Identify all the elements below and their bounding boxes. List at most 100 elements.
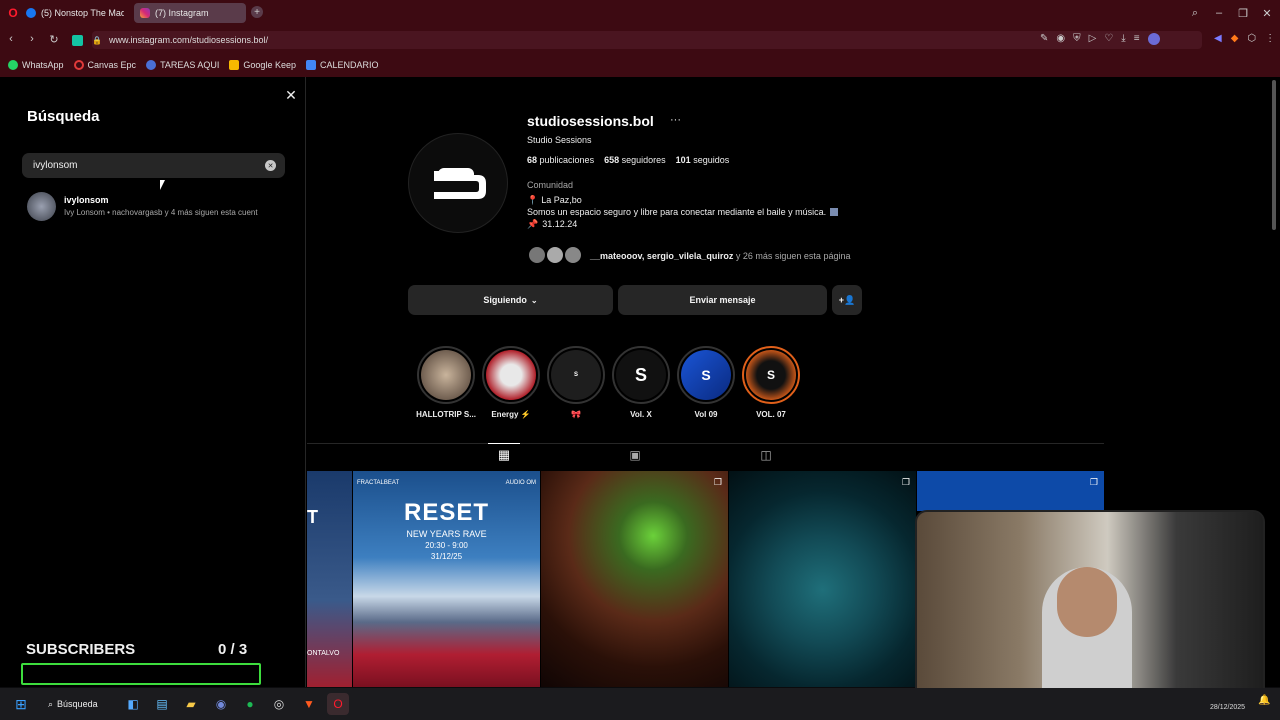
bio-text: Somos un espacio seguro y libre para con… — [527, 207, 839, 217]
active-tab-indicator — [488, 443, 520, 444]
calendar-icon — [305, 60, 316, 70]
notification-icon[interactable]: 🔔 — [1258, 695, 1270, 706]
toolbar-actions: ✎ ◉ ⛨ ▷ ♡ ⤓ ≡ — [1040, 33, 1160, 45]
followed-by-avatars — [527, 245, 585, 265]
profile-avatar[interactable] — [1147, 33, 1160, 45]
file-explorer-icon[interactable]: ▰ — [180, 693, 202, 715]
spotify-icon[interactable]: ● — [239, 693, 261, 715]
highlight-vol-07[interactable]: S VOL. 07 — [740, 346, 802, 419]
followers-stat[interactable]: 658 seguidores — [604, 155, 666, 165]
page-scrollbar[interactable] — [1272, 80, 1276, 230]
highlight-cover: S — [616, 350, 666, 400]
highlight-ring — [482, 346, 540, 404]
edit-icon[interactable]: ✎ — [1040, 33, 1048, 45]
highlight-ring: S — [742, 346, 800, 404]
tab-nonstop[interactable]: (5) Nonstop The Madness — [20, 3, 130, 23]
highlight-bow[interactable]: S 🎀 — [545, 346, 607, 419]
tab-tagged-icon[interactable]: ◫ — [758, 448, 774, 462]
close-window-button[interactable]: ✕ — [1260, 6, 1274, 20]
avatar — [27, 192, 56, 221]
following-button[interactable]: Siguiendo ⌄ — [408, 285, 613, 315]
clear-search-icon[interactable]: ✕ — [265, 160, 276, 171]
options-icon[interactable]: ··· — [670, 114, 681, 126]
emoji-icon — [830, 208, 839, 216]
address-bar[interactable]: 🔒 www.instagram.com/studiosessions.bol/ — [92, 31, 1202, 49]
highlight-energy[interactable]: Energy ⚡ — [480, 346, 542, 419]
close-icon[interactable]: ✕ — [283, 87, 299, 103]
posts-stat[interactable]: 68 publicaciones — [527, 155, 594, 165]
taskbar: ⊞ ⌕ Búsqueda ◧ ▤ ▰ ◉ ● ◎ ▼ O 28/12/2025 … — [0, 688, 1280, 720]
bookmark-calendario[interactable]: CALENDARIO — [305, 60, 378, 70]
highlight-vol-09[interactable]: S Vol 09 — [675, 346, 737, 419]
send-message-button[interactable]: Enviar mensaje — [618, 285, 827, 315]
tareas-icon — [146, 60, 157, 70]
more-icon[interactable]: ⋮ — [1265, 33, 1275, 44]
cube-icon[interactable]: ⬡ — [1247, 33, 1256, 44]
carousel-icon: ❐ — [713, 477, 722, 487]
profile-full-name: Studio Sessions — [527, 135, 592, 145]
opera-taskbar-icon[interactable]: O — [327, 693, 349, 715]
obs-icon[interactable]: ◎ — [268, 693, 290, 715]
mouse-cursor-icon — [160, 180, 165, 190]
back-icon[interactable]: ‹ — [4, 32, 18, 46]
search-input[interactable]: ivylonsom ✕ — [22, 153, 285, 178]
subscribers-progress-bar — [21, 663, 261, 685]
profile-avatar-large[interactable] — [408, 133, 508, 233]
profile-stats: 68 publicaciones 658 seguidores 101 segu… — [527, 155, 729, 165]
download-icon[interactable]: ⤓ — [1121, 33, 1125, 45]
subscribers-count: 0 / 3 — [218, 641, 248, 658]
taskbar-search[interactable]: ⌕ Búsqueda — [48, 693, 108, 715]
tab-posts-grid-icon[interactable]: ▦ — [496, 447, 512, 462]
brave-icon[interactable]: ▼ — [298, 693, 320, 715]
store-icon[interactable]: ▤ — [151, 693, 173, 715]
tab-bar: O (5) Nonstop The Madness (7) Instagram … — [0, 0, 1280, 26]
bookmark-canvas[interactable]: Canvas Epc — [73, 60, 136, 70]
highlight-ring: S — [547, 346, 605, 404]
carousel-icon: ❐ — [1089, 477, 1098, 487]
reload-icon[interactable]: ↻ — [47, 32, 61, 46]
forward-icon[interactable]: › — [25, 32, 39, 46]
highlight-ring: S — [677, 346, 735, 404]
heart-icon[interactable]: ♡ — [1104, 33, 1113, 45]
carousel-icon: ❐ — [901, 477, 910, 487]
following-stat[interactable]: 101 seguidos — [676, 155, 730, 165]
post-blue[interactable]: ❐ — [917, 471, 1104, 511]
discord-icon[interactable]: ◉ — [210, 693, 232, 715]
menu-icon[interactable]: ≡ — [1134, 33, 1140, 45]
new-tab-button[interactable]: + — [251, 6, 263, 18]
widgets-icon[interactable]: ◧ — [122, 693, 144, 715]
volume-icon[interactable]: ◀ — [1214, 33, 1222, 44]
shield-icon[interactable]: ⛨ — [1073, 33, 1081, 45]
streamer-face — [1057, 567, 1117, 637]
suggest-user-button[interactable]: +👤 — [832, 285, 862, 315]
bookmark-whatsapp[interactable]: WhatsApp — [8, 60, 64, 70]
post-partial-text: T — [307, 507, 318, 527]
fox-icon[interactable]: ◆ — [1231, 33, 1239, 44]
followed-by-text[interactable]: __mateooov, sergio_vilela_quiroz y 26 má… — [590, 251, 850, 261]
chevron-down-icon: ⌄ — [530, 295, 538, 305]
post-reset-flyer[interactable]: FRACTALBEAT AUDIO OM RESET NEW YEARS RAV… — [353, 471, 540, 687]
taskbar-date: 28/12/2025 — [1210, 704, 1246, 711]
facebook-icon — [26, 8, 36, 18]
post-party-crowd[interactable]: ❐ — [541, 471, 728, 687]
highlight-vol-x[interactable]: S Vol. X — [610, 346, 672, 419]
minimize-button[interactable]: – — [1212, 6, 1226, 20]
camera-icon[interactable]: ◉ — [1056, 33, 1065, 45]
search-result-item[interactable]: ivylonsom Ivy Lonsom • nachovargasb y 4 … — [0, 190, 306, 222]
windows-start-icon[interactable]: ⊞ — [10, 693, 32, 715]
pin-icon: 📍 — [527, 195, 539, 205]
search-tabs-icon[interactable]: ⌕ — [1188, 6, 1202, 20]
tab-reels-icon[interactable]: ▣ — [627, 448, 643, 462]
avatar — [563, 245, 583, 265]
bookmark-google-keep[interactable]: Google Keep — [229, 60, 296, 70]
post-tshirt[interactable]: ❐ — [729, 471, 916, 687]
google-keep-icon — [229, 60, 240, 70]
bookmark-tareas[interactable]: TAREAS AQUI — [146, 60, 219, 70]
post-tile[interactable]: T ONTALVO — [307, 471, 352, 687]
play-icon[interactable]: ▷ — [1089, 33, 1097, 45]
opera-logo-icon[interactable]: O — [6, 6, 20, 20]
maximize-button[interactable]: ❐ — [1236, 6, 1250, 20]
tab-instagram[interactable]: (7) Instagram — [134, 3, 246, 23]
highlight-hallotrip[interactable]: HALLOTRIP S... — [415, 346, 477, 419]
extension-icon[interactable] — [72, 35, 83, 46]
